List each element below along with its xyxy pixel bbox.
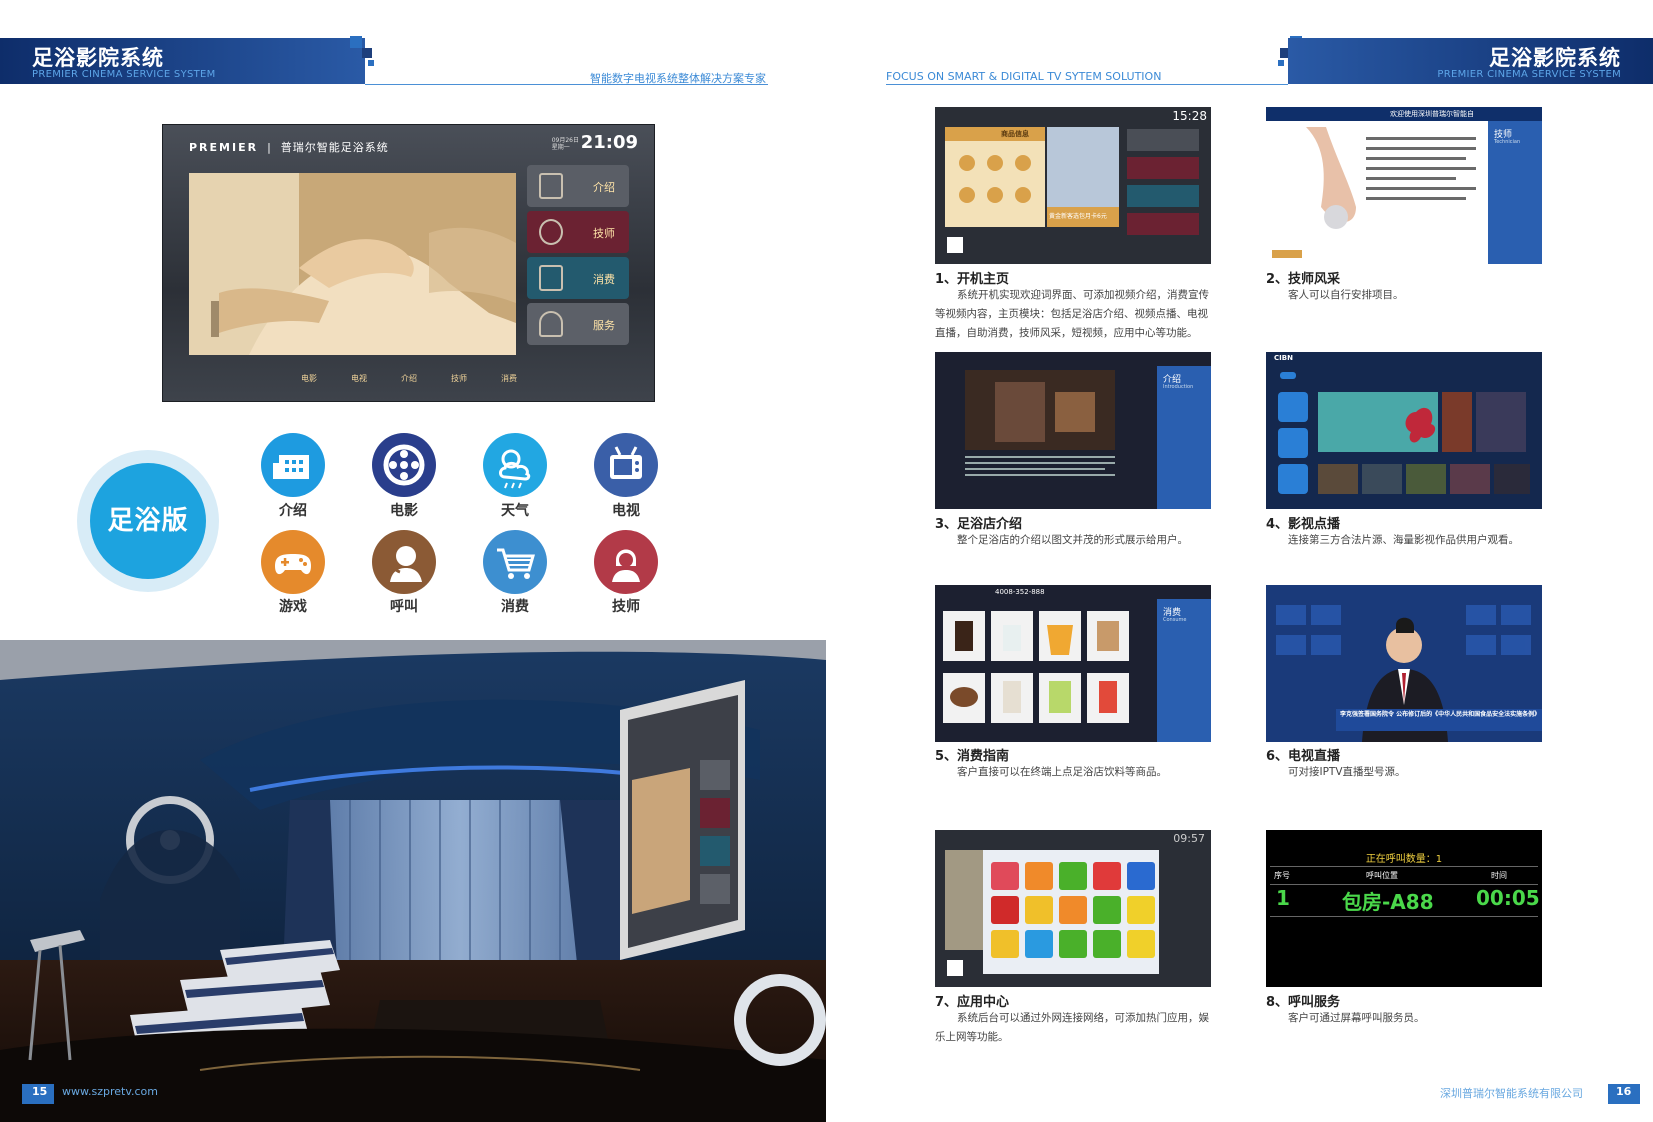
technician-icon[interactable] bbox=[594, 530, 658, 594]
screen-phone: 4008-352-888 bbox=[995, 588, 1045, 596]
call-row-position: 包房-A88 bbox=[1342, 890, 1434, 914]
screen-welcome: 欢迎使用深圳普瑞尔智能自 bbox=[1390, 110, 1474, 118]
cart-icon[interactable] bbox=[483, 530, 547, 594]
screenshot-call-service: 正在呼叫数量：1 序号 呼叫位置 时间 1 包房-A88 00:05 bbox=[1266, 830, 1542, 987]
decor-square bbox=[1278, 60, 1284, 66]
header-bar-left: 足浴影院系统 PREMIER CINEMA SERVICE SYSTEM bbox=[0, 38, 365, 84]
screenshot-app-center: 09:57 bbox=[935, 830, 1211, 987]
table-divider bbox=[1270, 866, 1538, 867]
feature-body-7: 系统后台可以通过外网连接网络，可添加热门应用，娱乐上网等功能。 bbox=[935, 1012, 1209, 1043]
film-reel-icon[interactable] bbox=[372, 433, 436, 497]
feature-body-6: 可对接IPTV直播型号源。 bbox=[1288, 766, 1406, 778]
screen-side-subtitle: Consume bbox=[1163, 617, 1187, 623]
col-header-position: 呼叫位置 bbox=[1366, 871, 1398, 880]
theater-room-photo bbox=[0, 640, 826, 1122]
feature-body-2: 客人可以自行安排项目。 bbox=[1288, 289, 1404, 301]
page-number-left: 15 bbox=[32, 1085, 48, 1098]
tv-nav-consume[interactable]: 消费 bbox=[501, 373, 517, 384]
screenshot-live-tv: 李克强签署国务院令 公布修订后的《中华人民共和国食品安全法实施条例》 bbox=[1266, 585, 1542, 742]
technician-icon bbox=[539, 219, 563, 245]
tv-menu-service[interactable]: 服务 bbox=[527, 303, 629, 345]
header-tagline-left: 智能数字电视系统整体解决方案专家 bbox=[590, 72, 766, 85]
feature-body-1: 系统开机实现欢迎词界面、可添加视频介绍，消费宣传等视频内容，主页模块：包括足浴店… bbox=[935, 289, 1209, 339]
tv-home-screen: PREMIER | 普瑞尔智能足浴系统 09月26日 星期一 21:09 介绍 技… bbox=[162, 124, 655, 402]
header-subtitle-left: PREMIER CINEMA SERVICE SYSTEM bbox=[32, 69, 216, 80]
icon-label-technician: 技师 bbox=[612, 599, 640, 615]
col-header-time: 时间 bbox=[1491, 871, 1507, 880]
call-icon[interactable] bbox=[372, 530, 436, 594]
icon-label-consume: 消费 bbox=[501, 599, 529, 615]
tv-clock: 21:09 bbox=[580, 132, 638, 153]
calling-count: 正在呼叫数量：1 bbox=[1365, 854, 1443, 865]
col-header-no: 序号 bbox=[1274, 871, 1290, 880]
header-title-right: 足浴影院系统 bbox=[1489, 46, 1621, 70]
footer-company: 深圳普瑞尔智能系统有限公司 bbox=[1440, 1087, 1583, 1100]
header-subtitle-right: PREMIER CINEMA SERVICE SYSTEM bbox=[1437, 69, 1621, 80]
foot-massage-photo bbox=[189, 173, 516, 355]
feature-title-4: 4、影视点播 bbox=[1266, 517, 1341, 532]
icon-label-movie: 电影 bbox=[390, 503, 418, 519]
feature-body-8: 客户可通过屏幕呼叫服务员。 bbox=[1288, 1012, 1425, 1024]
screen-time: 09:57 bbox=[1173, 832, 1205, 845]
tv-nav-movie[interactable]: 电影 bbox=[301, 373, 317, 384]
screen-news-ticker: 李克强签署国务院令 公布修订后的《中华人民共和国食品安全法实施条例》 bbox=[1340, 711, 1541, 718]
edition-badge-label: 足浴版 bbox=[90, 463, 206, 579]
screen-side-subtitle: Technician bbox=[1494, 139, 1521, 145]
screen-time: 15:28 bbox=[1172, 109, 1207, 123]
table-divider bbox=[1270, 916, 1538, 917]
tv-nav-technician[interactable]: 技师 bbox=[451, 373, 467, 384]
screen-side-subtitle: Introduction bbox=[1163, 384, 1194, 390]
feature-body-3: 整个足浴店的介绍以图文并茂的形式展示给用户。 bbox=[957, 534, 1188, 546]
tv-menu-consume[interactable]: 消费 bbox=[527, 257, 629, 299]
gamepad-icon[interactable] bbox=[261, 530, 325, 594]
screen-panel-title: 商品信息 bbox=[1001, 130, 1029, 138]
service-icon bbox=[539, 311, 563, 337]
tv-icon[interactable] bbox=[594, 433, 658, 497]
feature-title-3: 3、足浴店介绍 bbox=[935, 517, 1023, 532]
screenshot-home: 15:28 商品信息 黄金新客选包月卡6元 bbox=[935, 107, 1211, 264]
tv-menu-technician[interactable]: 技师 bbox=[527, 211, 629, 253]
decor-square bbox=[368, 60, 374, 66]
icon-label-weather: 天气 bbox=[501, 503, 529, 519]
icon-label-tv: 电视 bbox=[612, 503, 640, 519]
feature-body-4: 连接第三方合法片源、海量影视作品供用户观看。 bbox=[1288, 534, 1519, 546]
header-rule-right bbox=[886, 84, 1288, 85]
icon-label-game: 游戏 bbox=[279, 599, 307, 615]
header-bar-right: 足浴影院系统 PREMIER CINEMA SERVICE SYSTEM bbox=[1288, 38, 1653, 84]
feature-title-7: 7、应用中心 bbox=[935, 995, 1010, 1010]
tv-nav-tv[interactable]: 电视 bbox=[351, 373, 367, 384]
feature-title-1: 1、开机主页 bbox=[935, 272, 1010, 287]
header-tagline-right: FOCUS ON SMART & DIGITAL TV SYTEM SOLUTI… bbox=[886, 70, 1162, 83]
feature-title-2: 2、技师风采 bbox=[1266, 272, 1341, 287]
screenshot-vod: CIBN bbox=[1266, 352, 1542, 509]
tv-menu-intro[interactable]: 介绍 bbox=[527, 165, 629, 207]
icon-label-call: 呼叫 bbox=[390, 599, 418, 615]
screenshot-consume: 4008-352-888 消费 Consume bbox=[935, 585, 1211, 742]
feature-body-5: 客户直接可以在终端上点足浴店饮料等商品。 bbox=[957, 766, 1167, 778]
feature-title-5: 5、消费指南 bbox=[935, 749, 1010, 764]
table-divider bbox=[1270, 884, 1538, 885]
menu-list-icon bbox=[539, 265, 563, 291]
decor-square bbox=[362, 48, 372, 58]
call-row-no: 1 bbox=[1276, 886, 1290, 910]
weather-icon[interactable] bbox=[483, 433, 547, 497]
decor-square bbox=[350, 36, 362, 48]
header-title-left: 足浴影院系统 bbox=[32, 46, 164, 70]
screen-promo: 黄金新客选包月卡6元 bbox=[1049, 213, 1107, 220]
icon-label-intro: 介绍 bbox=[279, 503, 307, 519]
footer-website[interactable]: www.szpretv.com bbox=[62, 1085, 158, 1098]
feature-title-8: 8、呼叫服务 bbox=[1266, 995, 1341, 1010]
building-icon[interactable] bbox=[261, 433, 325, 497]
tv-brand: PREMIER | 普瑞尔智能足浴系统 bbox=[189, 141, 389, 154]
edition-badge: 足浴版 bbox=[77, 450, 219, 592]
screenshot-technician: 欢迎使用深圳普瑞尔智能自 技师 Technician bbox=[1266, 107, 1542, 264]
page-number-right: 16 bbox=[1616, 1085, 1632, 1098]
feature-title-6: 6、电视直播 bbox=[1266, 749, 1341, 764]
screenshot-introduction: 介绍 Introduction bbox=[935, 352, 1211, 509]
tv-nav-intro[interactable]: 介绍 bbox=[401, 373, 417, 384]
screen-brand: CIBN bbox=[1274, 354, 1293, 362]
list-icon bbox=[539, 173, 563, 199]
tv-date: 09月26日 星期一 bbox=[551, 137, 579, 151]
call-row-time: 00:05 bbox=[1476, 886, 1540, 910]
